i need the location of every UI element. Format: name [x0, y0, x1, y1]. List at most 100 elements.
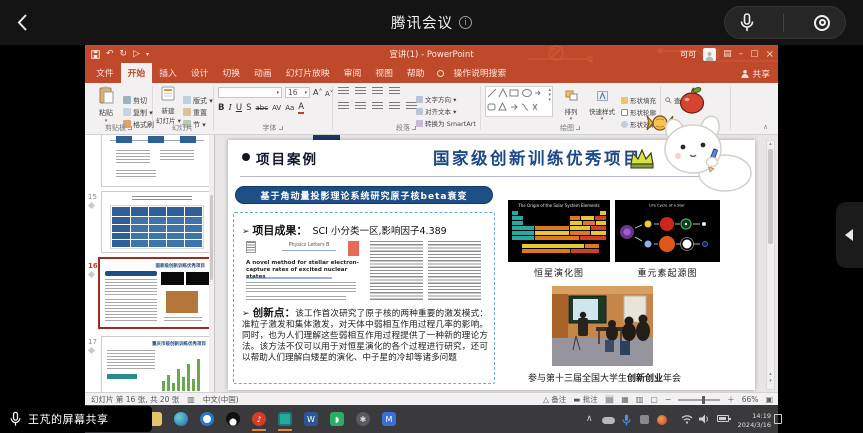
grow-font-button[interactable]: A˄	[313, 87, 322, 99]
zoom-slider[interactable]	[678, 399, 720, 401]
shapes-gallery[interactable]: ▴▾▾	[485, 86, 553, 117]
slide-section-title[interactable]: 项目案例	[256, 148, 318, 168]
comments-toggle[interactable]: ▬ 批注	[573, 394, 597, 405]
close-icon[interactable]: ×	[766, 49, 774, 60]
slide-sorter-icon[interactable]: ▦	[621, 395, 629, 404]
panel-collapse-tab[interactable]	[836, 202, 863, 268]
bullets-icon[interactable]	[338, 87, 349, 96]
tray-expand-icon[interactable]: ∧	[586, 414, 593, 424]
music-app-icon[interactable]: ♪	[252, 412, 266, 426]
browser-icon[interactable]	[200, 412, 214, 426]
thumbnail-slide-15[interactable]	[101, 191, 211, 253]
tab-transitions[interactable]: 切换	[215, 63, 247, 83]
fit-to-window-icon[interactable]: ▣	[765, 395, 773, 404]
change-case-button[interactable]: Aa	[285, 102, 294, 114]
align-center-icon[interactable]	[355, 102, 366, 111]
paste-button[interactable]: 粘贴▾	[93, 86, 119, 124]
share-button[interactable]: 共享	[741, 67, 770, 80]
prev-slide-icon[interactable]: ▴	[767, 371, 774, 377]
tab-home[interactable]: 开始	[121, 63, 153, 83]
scroll-up-icon[interactable]: ▴	[767, 141, 774, 147]
tab-insert[interactable]: 插入	[152, 63, 184, 83]
wechat-icon[interactable]: ◗	[330, 412, 344, 426]
zoom-level[interactable]: 66%	[742, 395, 759, 404]
tab-view[interactable]: 视图	[368, 63, 400, 83]
screenshare-app-icon[interactable]	[278, 412, 292, 426]
new-slide-button[interactable]: 新建 幻灯片 ▾	[156, 86, 180, 125]
scrollbar-thumb[interactable]	[768, 149, 773, 244]
conference-photo[interactable]	[552, 286, 653, 366]
ribbon-options-icon[interactable]: ▤	[723, 49, 732, 59]
notification-center-icon[interactable]	[774, 414, 782, 424]
account-name[interactable]: 可可	[680, 49, 696, 60]
periodic-table-image[interactable]: The Origin of the Solar System Elements	[508, 200, 610, 262]
zoom-out-button[interactable]: −	[665, 395, 671, 404]
tray-browser-icon[interactable]	[657, 415, 667, 425]
dialog-launcher-icon[interactable]	[279, 126, 283, 130]
restore-icon[interactable]: ▢	[750, 49, 759, 59]
minimize-icon[interactable]: –	[739, 49, 744, 59]
tab-review[interactable]: 审阅	[337, 63, 369, 83]
slide-main-title[interactable]: 国家级创新训练优秀项目	[433, 145, 642, 169]
microphone-icon[interactable]	[740, 13, 754, 32]
edge-icon[interactable]	[174, 412, 188, 426]
avatar[interactable]	[703, 48, 716, 61]
font-size-select[interactable]: 16▾	[285, 87, 310, 98]
next-slide-icon[interactable]: ▾	[767, 378, 774, 384]
project-detail-box[interactable]: ➢ 项目成果： SCI 小分类一区,影响因子4.389 Physics Lett…	[233, 212, 495, 384]
tray-mic-icon[interactable]	[622, 414, 631, 426]
record-icon[interactable]	[814, 15, 830, 31]
numbering-icon[interactable]	[355, 87, 366, 96]
volume-icon[interactable]	[699, 414, 710, 424]
clock[interactable]: 14:192024/3/16	[735, 412, 771, 430]
onedrive-cloud-icon[interactable]	[602, 417, 615, 424]
shadow-button[interactable]: S	[246, 102, 251, 114]
notes-toggle[interactable]: △ 备注	[543, 394, 566, 405]
normal-view-icon[interactable]: ▤	[605, 395, 615, 404]
qq-icon[interactable]	[226, 412, 240, 426]
tab-tellme[interactable]: 操作说明搜索	[446, 63, 513, 83]
battery-icon[interactable]	[717, 415, 729, 422]
thumbnail-scrollbar[interactable]	[209, 135, 214, 392]
font-name-select[interactable]: ▾	[218, 87, 282, 98]
info-icon[interactable]: i	[459, 16, 472, 29]
collapse-ribbon-icon[interactable]: ∧	[763, 123, 768, 131]
align-right-icon[interactable]	[372, 102, 383, 111]
slideshow-view-icon[interactable]: ▢	[650, 395, 658, 404]
bold-button[interactable]: B	[218, 102, 224, 114]
indent-increase-icon[interactable]	[389, 87, 400, 96]
wifi-icon[interactable]	[681, 415, 693, 424]
shrink-font-button[interactable]: A˅	[325, 88, 333, 100]
char-spacing-button[interactable]: AV	[272, 102, 281, 114]
reading-view-icon[interactable]: ▥	[636, 395, 644, 404]
arrange-button[interactable]: 排列▾	[558, 87, 584, 122]
accessibility-icon[interactable]: ▥	[187, 395, 195, 404]
tab-file[interactable]: 文件	[89, 63, 121, 83]
zoom-in-button[interactable]: ＋	[727, 394, 735, 405]
dialog-launcher-icon[interactable]	[412, 126, 416, 130]
scrollbar-thumb[interactable]	[210, 195, 213, 280]
align-left-icon[interactable]	[338, 102, 349, 111]
dialog-launcher-icon[interactable]	[128, 126, 132, 130]
thumbnail-slide-14[interactable]	[101, 135, 211, 187]
app-m-icon[interactable]: M	[382, 412, 396, 426]
tab-help[interactable]: 帮助	[400, 63, 432, 83]
word-icon[interactable]: W	[304, 412, 318, 426]
shapes-scroll[interactable]: ▴▾▾	[548, 88, 551, 103]
dialog-launcher-icon[interactable]	[576, 126, 580, 130]
indent-decrease-icon[interactable]	[372, 87, 383, 96]
language-status[interactable]: 中文(中国)	[203, 394, 239, 405]
italic-button[interactable]: I	[228, 102, 231, 114]
settings-gear-icon[interactable]: ✱	[356, 412, 370, 426]
tab-slideshow[interactable]: 幻灯片放映	[279, 63, 337, 83]
font-color-button[interactable]: A	[298, 103, 304, 114]
tab-design[interactable]: 设计	[184, 63, 216, 83]
star-lifecycle-image[interactable]: Life Cycle of a Star	[615, 200, 720, 262]
project-banner[interactable]: 基于角动量投影理论系统研究原子核beta衰变	[235, 186, 493, 204]
tab-animations[interactable]: 动画	[247, 63, 279, 83]
tray-plugin-icon[interactable]	[640, 415, 649, 424]
slide-scrollbar[interactable]: ▴ ▴ ▾	[766, 140, 775, 390]
justify-icon[interactable]	[389, 102, 400, 111]
strikethrough-button[interactable]: abc	[255, 102, 268, 114]
thumbnail-slide-16-selected[interactable]: 国家级创新训练优秀项目	[98, 257, 213, 329]
